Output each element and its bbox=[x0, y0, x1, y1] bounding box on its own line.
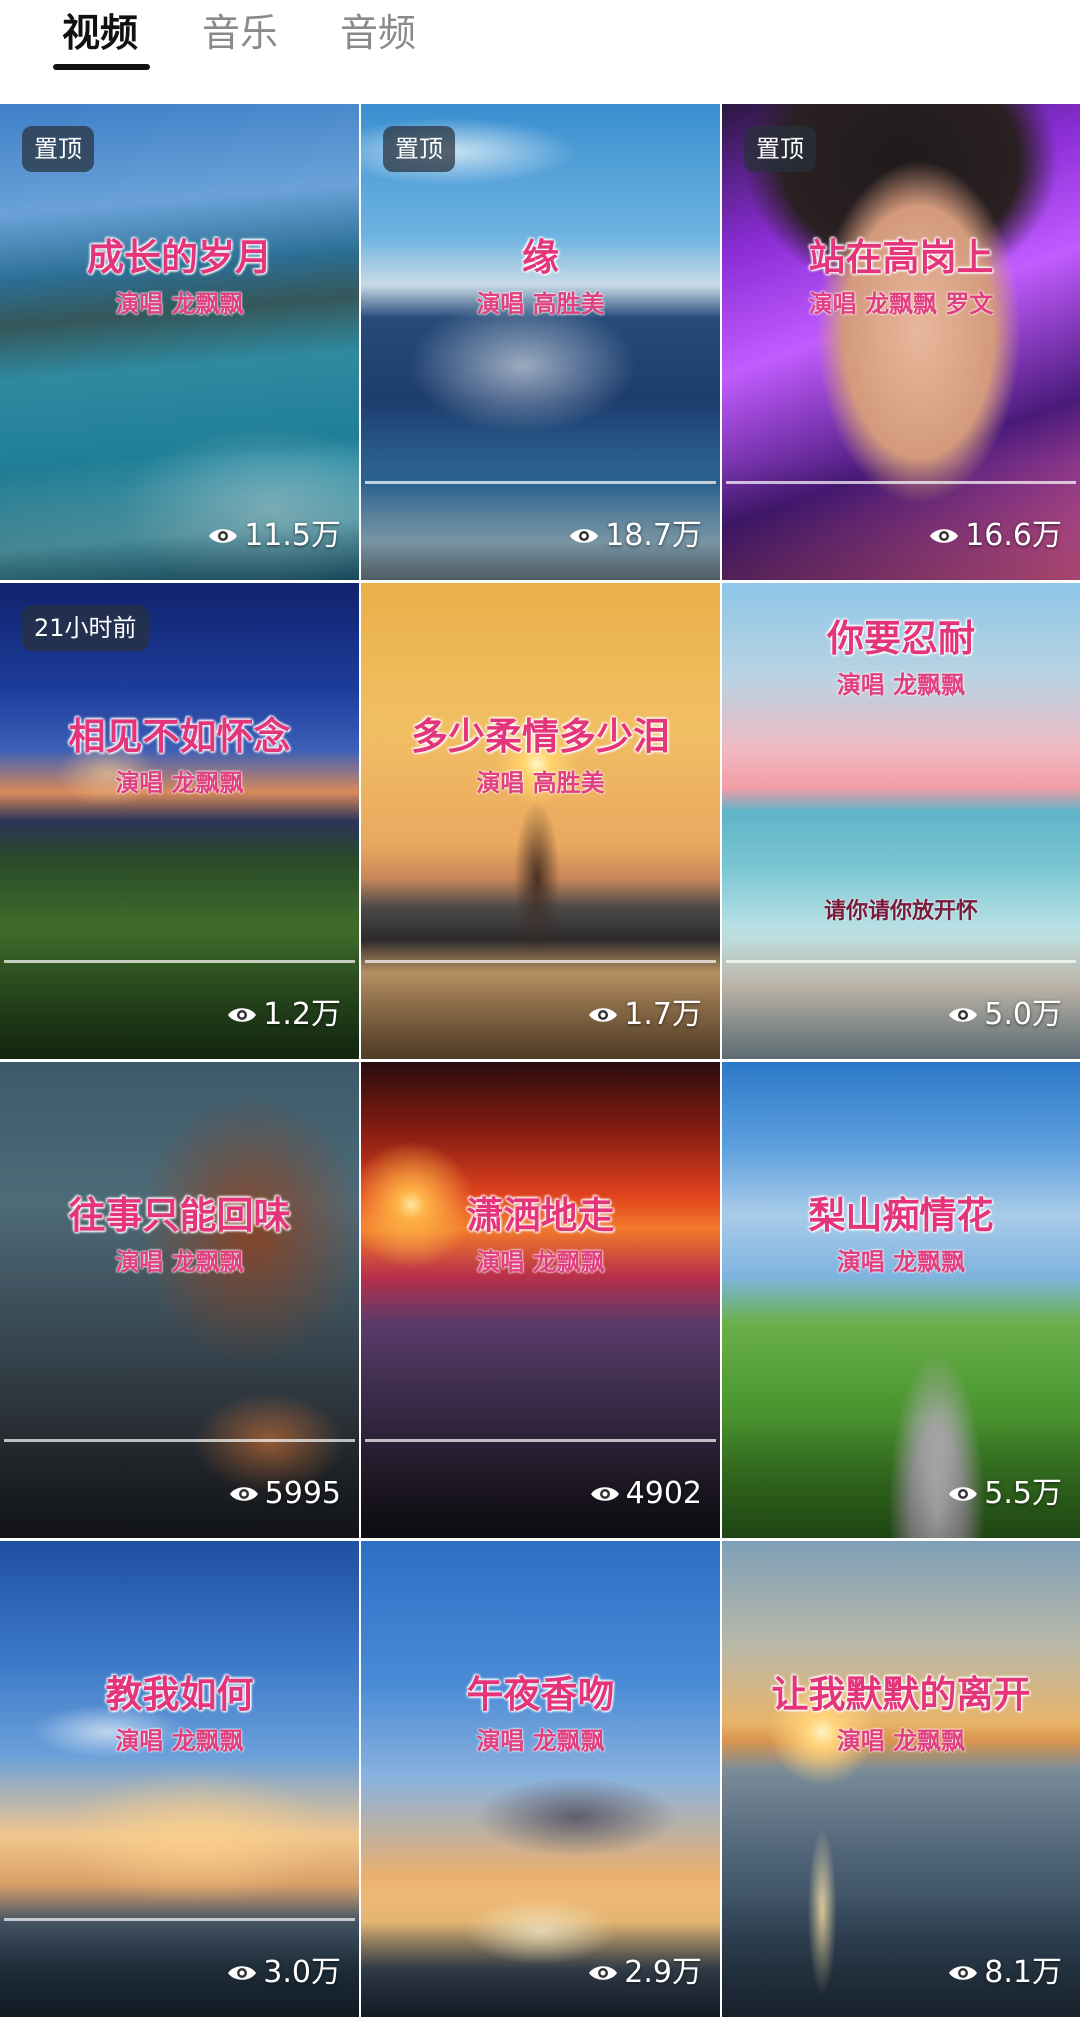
pinned-badge: 置顶 bbox=[744, 126, 816, 172]
view-count: 4902 bbox=[590, 1474, 702, 1514]
eye-icon bbox=[570, 529, 599, 543]
view-count: 2.9万 bbox=[588, 1953, 702, 1993]
view-count-text: 16.6万 bbox=[965, 518, 1062, 553]
video-singer: 演唱 龙飘飘 bbox=[476, 1727, 605, 1755]
tab-audio[interactable]: 音频 bbox=[340, 8, 416, 58]
view-count: 18.7万 bbox=[569, 516, 702, 556]
video-singer: 演唱 龙飘飘 bbox=[476, 1248, 605, 1276]
eye-icon bbox=[949, 1008, 978, 1022]
progress-line bbox=[4, 1918, 355, 1921]
eye-icon bbox=[229, 1487, 258, 1501]
video-title: 多少柔情多少泪 bbox=[411, 714, 670, 758]
video-card[interactable]: 多少柔情多少泪 演唱 高胜美 1.7万 bbox=[361, 583, 720, 1059]
view-count-text: 2.9万 bbox=[624, 1955, 702, 1990]
view-count-text: 8.1万 bbox=[984, 1955, 1062, 1990]
video-card[interactable]: 潇洒地走 演唱 龙飘飘 4902 bbox=[361, 1062, 720, 1538]
eye-icon bbox=[590, 1487, 619, 1501]
eye-icon bbox=[228, 1008, 257, 1022]
view-count: 11.5万 bbox=[208, 516, 341, 556]
video-title: 成长的岁月 bbox=[87, 235, 272, 279]
eye-icon bbox=[589, 1966, 618, 1980]
tab-music[interactable]: 音乐 bbox=[202, 8, 278, 58]
eye-icon bbox=[228, 1966, 257, 1980]
video-singer: 演唱 高胜美 bbox=[476, 769, 605, 797]
video-singer: 演唱 龙飘飘 bbox=[115, 769, 244, 797]
progress-line bbox=[365, 960, 716, 963]
video-title: 教我如何 bbox=[105, 1672, 254, 1716]
progress-line bbox=[4, 960, 355, 963]
video-card[interactable]: 你要忍耐 演唱 龙飘飘 请你请你放开怀 5.0万 bbox=[722, 583, 1080, 1059]
view-count-text: 11.5万 bbox=[244, 518, 341, 553]
time-badge: 21小时前 bbox=[22, 605, 149, 651]
video-card[interactable]: 21小时前 相见不如怀念 演唱 龙飘飘 1.2万 bbox=[0, 583, 359, 1059]
video-singer: 演唱 龙飘飘 罗文 bbox=[808, 290, 994, 318]
view-count-text: 5.5万 bbox=[984, 1476, 1062, 1511]
video-singer: 演唱 高胜美 bbox=[476, 290, 605, 318]
eye-icon bbox=[589, 1008, 618, 1022]
video-card[interactable]: 置顶 缘 演唱 高胜美 18.7万 bbox=[361, 104, 720, 580]
video-card[interactable]: 置顶 成长的岁月 演唱 龙飘飘 11.5万 bbox=[0, 104, 359, 580]
view-count: 1.7万 bbox=[588, 995, 702, 1035]
view-count: 3.0万 bbox=[227, 1953, 341, 1993]
view-count: 5995 bbox=[229, 1474, 341, 1514]
video-singer: 演唱 龙飘飘 bbox=[836, 1248, 966, 1276]
view-count: 5.5万 bbox=[948, 1474, 1062, 1514]
view-count: 5.0万 bbox=[948, 995, 1062, 1035]
active-tab-indicator bbox=[53, 64, 150, 70]
video-card[interactable]: 教我如何 演唱 龙飘飘 3.0万 bbox=[0, 1541, 359, 2017]
video-card[interactable]: 置顶 站在高岗上 演唱 龙飘飘 罗文 16.6万 bbox=[722, 104, 1080, 580]
view-count-text: 4902 bbox=[625, 1476, 702, 1511]
video-title: 梨山痴情花 bbox=[808, 1193, 994, 1237]
video-singer: 演唱 龙飘飘 bbox=[115, 1727, 244, 1755]
video-singer: 演唱 龙飘飘 bbox=[115, 1248, 244, 1276]
video-title: 缘 bbox=[522, 235, 559, 279]
view-count: 1.2万 bbox=[227, 995, 341, 1035]
video-singer: 演唱 龙飘飘 bbox=[836, 671, 966, 699]
eye-icon bbox=[209, 529, 238, 543]
view-count-text: 1.7万 bbox=[624, 997, 702, 1032]
eye-icon bbox=[949, 1487, 978, 1501]
view-count-text: 18.7万 bbox=[605, 518, 702, 553]
video-title: 往事只能回味 bbox=[68, 1193, 291, 1237]
progress-line bbox=[4, 1439, 355, 1442]
video-title: 潇洒地走 bbox=[466, 1193, 615, 1237]
view-count-text: 1.2万 bbox=[263, 997, 341, 1032]
eye-icon bbox=[930, 529, 959, 543]
video-singer: 演唱 龙飘飘 bbox=[115, 290, 244, 318]
progress-line bbox=[365, 1439, 716, 1442]
view-count: 8.1万 bbox=[948, 1953, 1062, 1993]
video-title: 让我默默的离开 bbox=[771, 1672, 1031, 1716]
lyric-caption: 请你请你放开怀 bbox=[823, 898, 978, 924]
video-title: 你要忍耐 bbox=[827, 616, 975, 660]
pinned-badge: 置顶 bbox=[22, 126, 94, 172]
video-card[interactable]: 午夜香吻 演唱 龙飘飘 2.9万 bbox=[361, 1541, 720, 2017]
tab-bar: 视频 音乐 音频 bbox=[0, 0, 1080, 104]
video-title: 午夜香吻 bbox=[466, 1672, 615, 1716]
view-count: 16.6万 bbox=[929, 516, 1062, 556]
progress-line bbox=[726, 960, 1076, 963]
tab-videos[interactable]: 视频 bbox=[62, 8, 138, 58]
video-grid: 置顶 成长的岁月 演唱 龙飘飘 11.5万 置顶 缘 演唱 高胜美 18.7万 … bbox=[0, 104, 1080, 2017]
view-count-text: 5.0万 bbox=[984, 997, 1062, 1032]
video-card[interactable]: 往事只能回味 演唱 龙飘飘 5995 bbox=[0, 1062, 359, 1538]
video-singer: 演唱 龙飘飘 bbox=[836, 1727, 966, 1755]
view-count-text: 3.0万 bbox=[263, 1955, 341, 1990]
eye-icon bbox=[949, 1966, 978, 1980]
video-title: 相见不如怀念 bbox=[68, 714, 291, 758]
progress-line bbox=[726, 481, 1076, 484]
video-card[interactable]: 让我默默的离开 演唱 龙飘飘 8.1万 bbox=[722, 1541, 1080, 2017]
progress-line bbox=[365, 481, 716, 484]
video-card[interactable]: 梨山痴情花 演唱 龙飘飘 5.5万 bbox=[722, 1062, 1080, 1538]
view-count-text: 5995 bbox=[264, 1476, 341, 1511]
video-title: 站在高岗上 bbox=[808, 235, 994, 279]
pinned-badge: 置顶 bbox=[383, 126, 455, 172]
